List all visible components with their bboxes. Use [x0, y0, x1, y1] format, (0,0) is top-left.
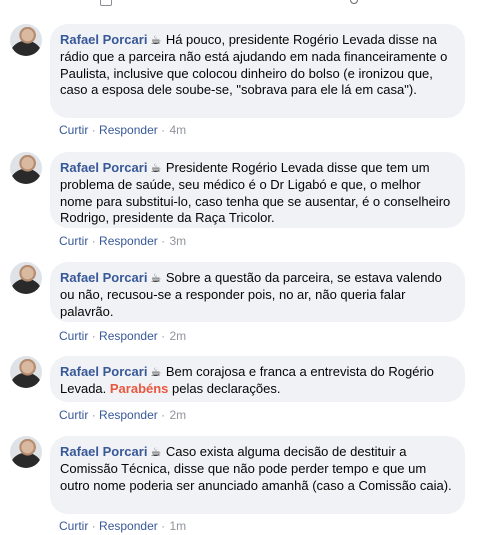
- comment-actions: Curtir · Responder · 1m: [59, 519, 186, 533]
- comment-text: pelas declarações.: [168, 380, 281, 396]
- separator: ·: [161, 519, 166, 533]
- reply-button[interactable]: Responder: [99, 123, 158, 137]
- top-cutoff-strip: [0, 0, 477, 6]
- comment-actions: Curtir · Responder · 4m: [59, 123, 186, 137]
- comment-bubble: Rafael Porcari ☕ Sobre a questão da parce…: [50, 262, 465, 322]
- avatar[interactable]: [10, 356, 42, 388]
- coffee-cup-icon: ☕: [150, 445, 162, 459]
- avatar[interactable]: [10, 24, 42, 56]
- separator: ·: [91, 123, 96, 137]
- comment-bubble: Rafael Porcari ☕ Caso exista alguma decis…: [50, 436, 465, 514]
- separator: ·: [161, 234, 166, 248]
- separator: ·: [161, 408, 166, 422]
- highlighted-word: Parabéns: [109, 380, 169, 396]
- separator: ·: [91, 329, 96, 343]
- separator: ·: [91, 234, 96, 248]
- comment-actions: Curtir · Responder · 2m: [59, 329, 186, 343]
- coffee-cup-icon: ☕: [150, 161, 162, 175]
- comment-author[interactable]: Rafael Porcari: [60, 160, 147, 175]
- avatar[interactable]: [10, 436, 42, 468]
- avatar[interactable]: [10, 262, 42, 294]
- like-button[interactable]: Curtir: [59, 519, 88, 533]
- reply-button[interactable]: Responder: [99, 234, 158, 248]
- comment-timestamp[interactable]: 1m: [169, 519, 186, 533]
- comment-author[interactable]: Rafael Porcari: [60, 364, 147, 379]
- separator: ·: [161, 329, 166, 343]
- coffee-cup-icon: ☕: [150, 365, 162, 379]
- comment-author[interactable]: Rafael Porcari: [60, 32, 147, 47]
- comment-timestamp[interactable]: 2m: [169, 408, 186, 422]
- reply-button[interactable]: Responder: [99, 408, 158, 422]
- comment-author[interactable]: Rafael Porcari: [60, 270, 147, 285]
- separator: ·: [161, 123, 166, 137]
- like-button[interactable]: Curtir: [59, 329, 88, 343]
- coffee-cup-icon: ☕: [150, 33, 162, 47]
- comment-bubble: Rafael Porcari ☕ Há pouco, presidente Rog…: [50, 24, 465, 118]
- comment-bubble: Rafael Porcari ☕ Bem corajosa e franca a …: [50, 356, 465, 402]
- comment-timestamp[interactable]: 3m: [169, 234, 186, 248]
- like-button[interactable]: Curtir: [59, 234, 88, 248]
- partial-icon: [100, 0, 112, 6]
- partial-icon: [350, 0, 358, 4]
- comment-actions: Curtir · Responder · 3m: [59, 234, 186, 248]
- comment-timestamp[interactable]: 4m: [169, 123, 186, 137]
- comment-timestamp[interactable]: 2m: [169, 329, 186, 343]
- like-button[interactable]: Curtir: [59, 408, 88, 422]
- separator: ·: [91, 519, 96, 533]
- comment-actions: Curtir · Responder · 2m: [59, 408, 186, 422]
- comment-bubble: Rafael Porcari ☕ Presidente Rogério Levad…: [50, 152, 465, 228]
- reply-button[interactable]: Responder: [99, 519, 158, 533]
- coffee-cup-icon: ☕: [150, 271, 162, 285]
- separator: ·: [91, 408, 96, 422]
- like-button[interactable]: Curtir: [59, 123, 88, 137]
- comment-author[interactable]: Rafael Porcari: [60, 444, 147, 459]
- avatar[interactable]: [10, 152, 42, 184]
- reply-button[interactable]: Responder: [99, 329, 158, 343]
